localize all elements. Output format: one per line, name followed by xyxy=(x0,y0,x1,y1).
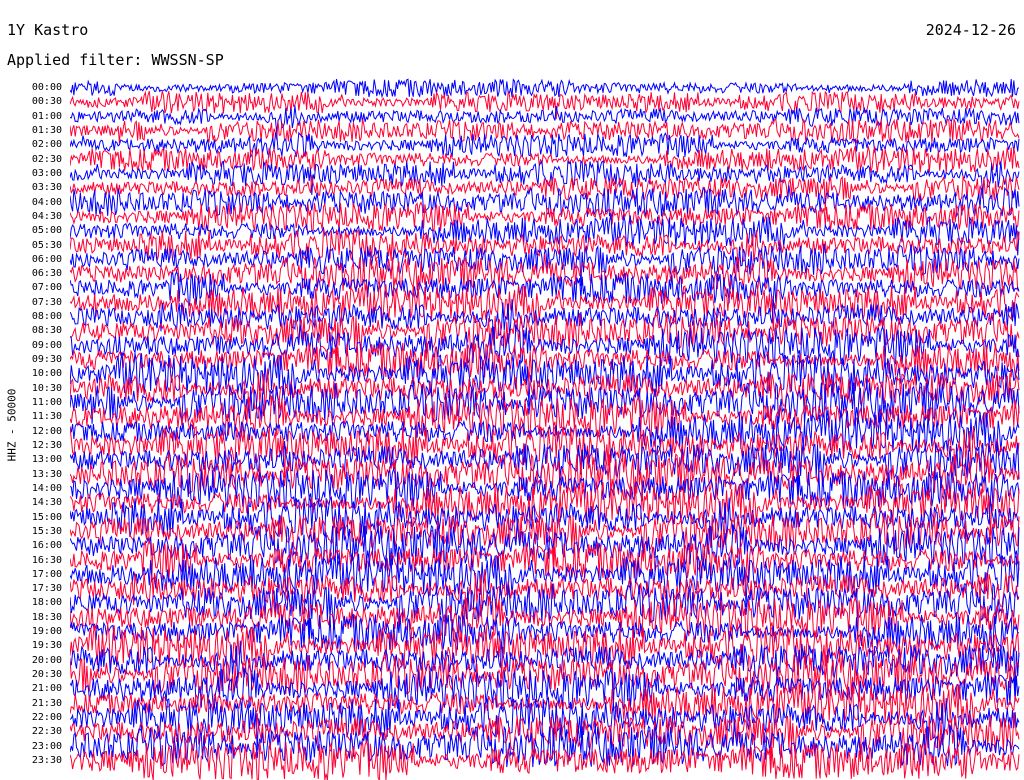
time-label: 12:00 xyxy=(31,425,62,437)
trace-row-0530 xyxy=(70,228,1020,269)
trace-row-0130 xyxy=(70,117,1020,145)
time-label: 19:00 xyxy=(31,626,62,638)
time-label: 09:00 xyxy=(31,339,62,351)
time-labels: 00:00 00:30 01:00 01:30 02:00 02:30 03:00 03:30… xyxy=(0,0,70,780)
helicorder-plot xyxy=(70,0,1020,780)
time-label: 15:30 xyxy=(31,525,62,537)
time-label: 06:00 xyxy=(31,253,62,265)
time-label: 09:30 xyxy=(31,354,62,366)
time-label: 21:30 xyxy=(31,697,62,709)
time-label: 00:30 xyxy=(31,96,62,108)
time-label: 04:00 xyxy=(31,196,62,208)
time-label: 11:00 xyxy=(31,397,62,409)
time-label: 00:00 xyxy=(31,82,62,93)
time-label: 21:00 xyxy=(31,683,62,695)
time-label: 03:00 xyxy=(31,167,62,179)
time-label: 05:30 xyxy=(31,239,62,251)
time-label: 05:00 xyxy=(31,225,62,237)
time-label: 16:00 xyxy=(31,540,62,552)
time-label: 10:30 xyxy=(31,382,62,394)
time-label: 03:30 xyxy=(31,182,62,194)
time-label: 22:30 xyxy=(31,726,62,738)
time-label: 19:30 xyxy=(31,640,62,652)
time-label: 17:00 xyxy=(31,568,62,580)
time-label: 02:00 xyxy=(31,139,62,151)
time-label: 04:30 xyxy=(31,210,62,222)
time-label: 20:00 xyxy=(31,654,62,666)
time-label: 16:30 xyxy=(31,554,62,566)
time-label: 22:00 xyxy=(31,712,62,724)
time-label: 18:30 xyxy=(31,611,62,623)
time-label: 12:30 xyxy=(31,439,62,451)
time-label: 13:00 xyxy=(31,454,62,466)
time-label: 08:00 xyxy=(31,311,62,323)
time-label: 13:30 xyxy=(31,468,62,480)
time-label: 23:00 xyxy=(31,740,62,752)
time-label: 23:30 xyxy=(31,755,62,766)
helicorder-svg xyxy=(70,78,1020,780)
time-label: 02:30 xyxy=(31,153,62,165)
time-label: 15:00 xyxy=(31,511,62,523)
time-label: 01:30 xyxy=(31,124,62,136)
trace-row-0000 xyxy=(70,78,1020,99)
time-label: 07:00 xyxy=(31,282,62,294)
time-label: 11:30 xyxy=(31,411,62,423)
time-label: 10:00 xyxy=(31,368,62,380)
time-label: 01:00 xyxy=(31,110,62,122)
time-label: 06:30 xyxy=(31,268,62,280)
time-label: 14:30 xyxy=(31,497,62,509)
time-label: 18:00 xyxy=(31,597,62,609)
time-label: 08:30 xyxy=(31,325,62,337)
time-label: 14:00 xyxy=(31,482,62,494)
time-label: 17:30 xyxy=(31,583,62,595)
time-label: 07:30 xyxy=(31,296,62,308)
time-label: 20:30 xyxy=(31,669,62,681)
